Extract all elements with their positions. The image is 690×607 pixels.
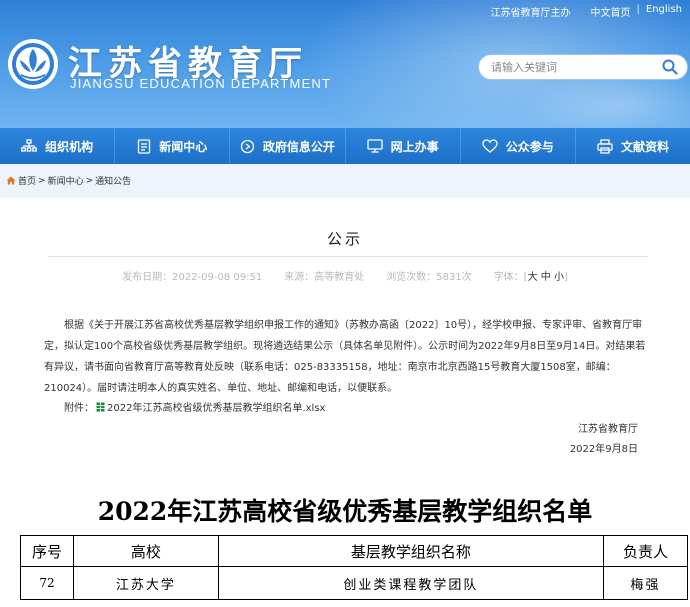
font-size-control: 字体：[大 中 小] xyxy=(494,268,568,283)
breadcrumb: 首页 > 新闻中心 > 通知公告 xyxy=(6,174,131,187)
nav-label: 文献资料 xyxy=(620,139,669,154)
attachment-label: 附件： xyxy=(64,403,94,414)
column-header-university: 高校 xyxy=(72,535,219,567)
search-input[interactable] xyxy=(491,58,651,76)
site-subtitle: JIANGSU EDUCATION DEPARTMENT xyxy=(70,76,332,91)
breadcrumb-home-link[interactable]: 首页 xyxy=(18,174,36,187)
column-header-index: 序号 xyxy=(20,535,74,567)
breadcrumb-separator: > xyxy=(85,175,94,186)
nav-gov-info[interactable]: 政府信息公开 xyxy=(230,128,346,164)
nav-label: 公众参与 xyxy=(505,139,554,154)
top-links: 江苏省教育厅主办 中文首页 | English xyxy=(491,4,682,19)
link-separator: | xyxy=(636,4,640,15)
cell-org-name: 创业类课程教学团队 xyxy=(217,566,605,600)
article-panel: 公示 发布日期：2022-09-08 09:51 来源：高等教育处 浏览次数：5… xyxy=(0,198,690,470)
font-size-bracket: ] xyxy=(563,272,568,283)
excel-file-icon xyxy=(96,402,105,411)
nav-label: 网上办事 xyxy=(390,139,439,154)
heart-icon xyxy=(482,139,498,153)
font-large-button[interactable]: 大 xyxy=(528,272,538,283)
english-link[interactable]: English xyxy=(646,4,682,19)
organization-table: 序号 高校 基层教学组织名称 负责人 72 江苏大学 创业类课程教学团队 梅强 xyxy=(20,535,688,600)
cell-leader: 梅强 xyxy=(603,566,688,600)
cell-university: 江苏大学 xyxy=(72,566,219,600)
table-header-row: 序号 高校 基层教学组织名称 负责人 xyxy=(20,535,688,567)
column-header-leader: 负责人 xyxy=(603,535,688,567)
font-small-button[interactable]: 小 xyxy=(554,272,564,283)
nav-public-participation[interactable]: 公众参与 xyxy=(461,128,576,164)
nav-label: 新闻中心 xyxy=(159,139,208,154)
table-row: 72 江苏大学 创业类课程教学团队 梅强 xyxy=(20,566,688,600)
column-header-org-name: 基层教学组织名称 xyxy=(217,535,605,567)
publish-date: 发布日期：2022-09-08 09:51 xyxy=(122,272,263,283)
host-label: 江苏省教育厅主办 xyxy=(490,8,571,19)
main-nav: 组织机构 新闻中心 政府信息公开 网上办事 公众参与 文献资料 xyxy=(0,128,690,164)
org-chart-icon xyxy=(21,139,37,152)
attachment: 附件： 2022年江苏高校省级优秀基层教学组织名单.xlsx xyxy=(64,399,325,414)
breadcrumb-news-link[interactable]: 新闻中心 xyxy=(48,174,84,187)
search-button[interactable] xyxy=(659,57,681,77)
chinese-home-link[interactable]: 中文首页 xyxy=(591,4,631,19)
breadcrumb-separator: > xyxy=(38,175,46,186)
view-count: 浏览次数：5831次 xyxy=(386,272,472,283)
search-icon xyxy=(662,59,678,75)
attachment-link[interactable]: 2022年江苏高校省级优秀基层教学组织名单.xlsx xyxy=(107,399,325,414)
document-icon xyxy=(138,138,151,154)
signature-org: 江苏省教育厅 xyxy=(578,424,638,435)
signature-date: 2022年9月8日 xyxy=(569,444,638,455)
education-logo-icon[interactable] xyxy=(7,38,59,90)
font-medium-button[interactable]: 中 xyxy=(541,272,551,283)
nav-org[interactable]: 组织机构 xyxy=(0,128,116,164)
list-title: 2022年江苏高校省级优秀基层教学组织名单 xyxy=(97,497,593,526)
article-body: 根据《关于开展江苏省高校优秀基层教学组织申报工作的通知》（苏教办高函〔2022〕… xyxy=(44,320,646,394)
breadcrumb-notice-link[interactable]: 通知公告 xyxy=(95,174,131,187)
printer-icon xyxy=(597,138,613,154)
site-header: 江苏省教育厅主办 中文首页 | English 江苏省教育厅 JIANGSU E… xyxy=(0,0,690,128)
article-meta: 发布日期：2022-09-08 09:51 来源：高等教育处 浏览次数：5831… xyxy=(0,268,690,283)
search-box xyxy=(478,54,688,80)
nav-label: 政府信息公开 xyxy=(262,139,335,154)
info-circle-icon xyxy=(240,139,255,153)
font-size-label: 字体：[ xyxy=(493,272,528,283)
article-source: 来源：高等教育处 xyxy=(284,272,365,283)
nav-online-services[interactable]: 网上办事 xyxy=(346,128,461,164)
title-divider xyxy=(48,256,648,257)
nav-news[interactable]: 新闻中心 xyxy=(115,128,231,164)
monitor-icon xyxy=(366,139,383,153)
article-title: 公示 xyxy=(326,230,363,248)
nav-documents[interactable]: 文献资料 xyxy=(576,128,690,164)
breadcrumb-bar: 首页 > 新闻中心 > 通知公告 xyxy=(0,164,690,198)
home-icon xyxy=(6,176,16,185)
cell-index: 72 xyxy=(20,566,74,600)
nav-label: 组织机构 xyxy=(45,139,94,154)
